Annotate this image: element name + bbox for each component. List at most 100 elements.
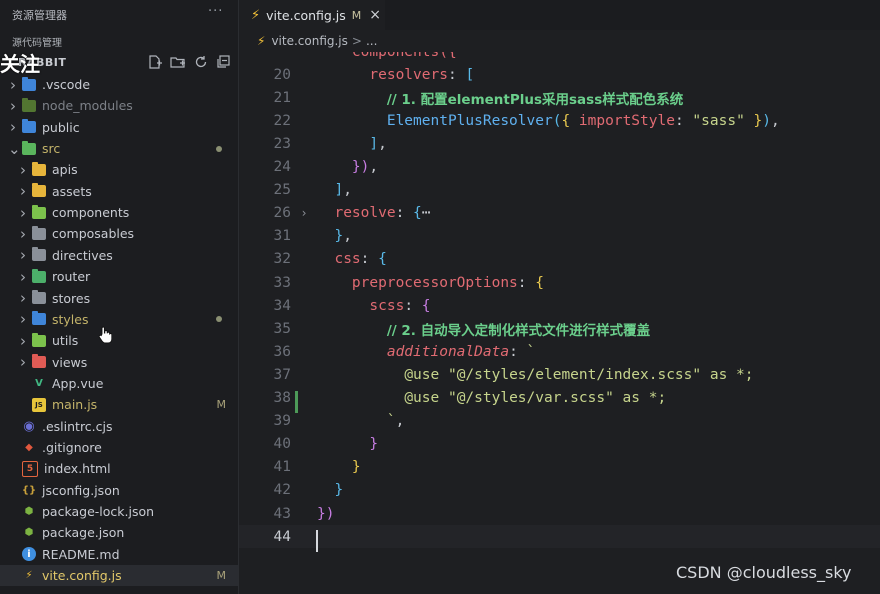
tree-item[interactable]: › apis	[0, 159, 238, 180]
code-token: [	[465, 66, 475, 83]
code-editor[interactable]: components({20 resolvers: [21 // 1. 配置el…	[239, 52, 880, 594]
code-line: 42 }	[239, 479, 880, 502]
code-line: 37 @use "@/styles/element/index.scss" as…	[239, 363, 880, 386]
tree-item[interactable]: ⬢ package-lock.json	[0, 501, 238, 522]
line-number: 37	[273, 366, 291, 383]
code-token: {	[561, 112, 571, 129]
chevron-right-icon[interactable]: ›	[18, 268, 28, 286]
tree-item[interactable]: › stores	[0, 288, 238, 309]
follow-overlay: 关注	[0, 52, 40, 76]
tree-item[interactable]: i README.md	[0, 544, 238, 565]
tree-item-label: apis	[52, 162, 78, 178]
collapse-all-icon[interactable]	[216, 55, 232, 69]
tree-item[interactable]: ⌄ src	[0, 138, 238, 159]
line-number: 40	[273, 436, 291, 453]
tree-item[interactable]: JS main.js M	[0, 394, 238, 415]
code-token: resolvers	[369, 66, 448, 83]
file-icon: ◆	[25, 441, 33, 453]
code-token: {	[413, 205, 422, 222]
chevron-right-icon[interactable]: ›	[18, 353, 28, 371]
tab-vite-config[interactable]: ⚡ vite.config.js M ×	[239, 0, 385, 30]
new-file-icon[interactable]	[147, 55, 163, 69]
tree-item-label: vite.config.js	[42, 568, 122, 584]
tree-item[interactable]: › styles	[0, 309, 238, 330]
breadcrumb-symbol[interactable]: ...	[366, 34, 377, 48]
chevron-right-icon[interactable]: ›	[18, 332, 28, 350]
code-token: )	[762, 112, 772, 129]
code-text: ],	[317, 136, 386, 152]
code-text: resolve: {⋯	[317, 205, 430, 222]
line-number: 44	[273, 528, 291, 545]
chevron-right-icon[interactable]: ›	[18, 310, 28, 328]
code-token: }	[369, 436, 379, 453]
code-line: 24 }),	[239, 156, 880, 179]
code-text: components({	[317, 52, 457, 60]
code-token: ,	[343, 182, 352, 199]
tree-item[interactable]: V App.vue	[0, 373, 238, 394]
line-number: 23	[273, 135, 291, 152]
code-text: })	[317, 506, 334, 522]
breadcrumb-file[interactable]: vite.config.js	[271, 34, 347, 48]
fold-chevron-icon[interactable]: ›	[291, 206, 317, 220]
code-token: ,	[395, 413, 405, 430]
git-status-dot	[216, 145, 222, 152]
chevron-right-icon[interactable]: ›	[18, 225, 28, 243]
code-token: ,	[771, 112, 780, 129]
code-line: 25 ],	[239, 179, 880, 202]
chevron-right-icon[interactable]: ›	[8, 97, 18, 115]
new-folder-icon[interactable]	[170, 55, 186, 69]
tree-item[interactable]: › router	[0, 266, 238, 287]
tree-item-label: utils	[52, 333, 79, 349]
tree-item[interactable]: › .vscode	[0, 74, 238, 95]
code-token: :	[447, 66, 466, 83]
chevron-right-icon[interactable]: ›	[18, 289, 28, 307]
tree-item[interactable]: › public	[0, 117, 238, 138]
chevron-right-icon[interactable]: ›	[18, 161, 28, 179]
tree-item[interactable]: › components	[0, 202, 238, 223]
hand-cursor-icon	[98, 326, 112, 344]
refresh-icon[interactable]	[193, 55, 209, 69]
code-token: ElementPlusResolver	[386, 112, 553, 129]
tree-item[interactable]: › composables	[0, 223, 238, 244]
chevron-right-icon[interactable]: ›	[8, 118, 18, 136]
tree-item-label: .eslintrc.cjs	[42, 418, 113, 434]
tree-item[interactable]: › utils	[0, 330, 238, 351]
code-token: }	[753, 112, 763, 129]
tree-item[interactable]: ⬢ package.json	[0, 522, 238, 543]
tree-item[interactable]: ◉ .eslintrc.cjs	[0, 416, 238, 437]
code-token: :	[674, 112, 693, 129]
tree-item[interactable]: ⚡ vite.config.js M	[0, 565, 238, 587]
tree-item[interactable]: 5 index.html	[0, 458, 238, 479]
chevron-right-icon[interactable]: ›	[8, 76, 18, 94]
chevron-right-icon[interactable]: ›	[18, 182, 28, 200]
more-actions-icon[interactable]: ···	[208, 4, 223, 19]
source-control-label[interactable]: 源代码管理	[12, 34, 62, 49]
line-number: 35	[273, 320, 291, 337]
tree-item-label: App.vue	[52, 375, 104, 391]
tree-item[interactable]: › directives	[0, 245, 238, 266]
code-token: {	[535, 274, 544, 291]
tree-item-label: package.json	[42, 525, 125, 541]
tree-item[interactable]: {} jsconfig.json	[0, 480, 238, 501]
tree-item-label: node_modules	[42, 98, 133, 114]
tree-item[interactable]: › views	[0, 352, 238, 373]
chevron-right-icon[interactable]: ›	[18, 246, 28, 264]
code-text: resolvers: [	[317, 67, 474, 83]
close-tab-icon[interactable]: ×	[369, 7, 381, 23]
folder-icon	[22, 119, 36, 134]
code-token: :	[404, 297, 422, 314]
file-icon: ⬢	[24, 527, 34, 539]
code-token: @use "@/styles/element/index.scss" as *;	[404, 366, 754, 383]
tree-item[interactable]: › assets	[0, 181, 238, 202]
tree-item[interactable]: › node_modules	[0, 95, 238, 116]
tree-item[interactable]: ◆ .gitignore	[0, 437, 238, 458]
chevron-right-icon[interactable]: ›	[18, 204, 28, 222]
chevron-down-icon[interactable]: ⌄	[8, 140, 21, 158]
line-number: 32	[273, 251, 291, 268]
